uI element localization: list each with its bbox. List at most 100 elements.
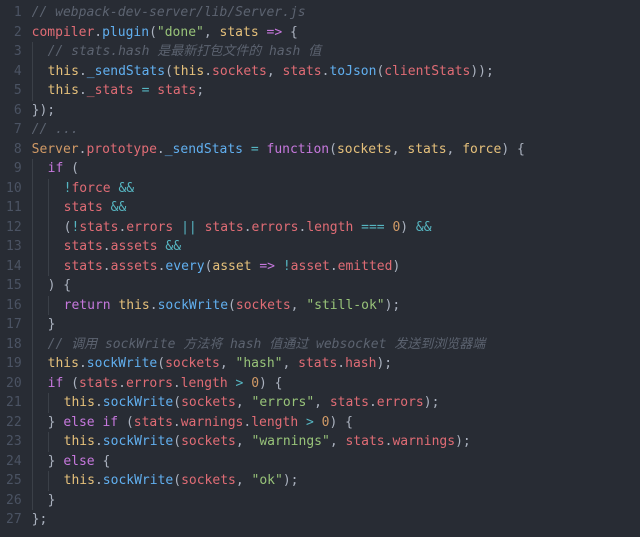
code-line-content: stats && xyxy=(32,200,127,215)
token-punct: . xyxy=(79,64,87,79)
token-punct: { xyxy=(102,454,110,469)
code-line-content: Server.prototype._sendStats = function(s… xyxy=(32,142,525,157)
line-number: 2 xyxy=(6,23,22,43)
token-punct: , xyxy=(392,142,408,157)
token-punct: ( xyxy=(71,376,79,391)
token-operator: && xyxy=(111,200,127,215)
token-punct: . xyxy=(95,434,103,449)
code-line: this.sockWrite(sockets, "errors", stats.… xyxy=(32,393,640,413)
token-default xyxy=(63,161,71,176)
token-default xyxy=(353,220,361,235)
token-prop: sockets xyxy=(236,298,291,313)
token-punct: ( xyxy=(149,25,157,40)
token-punct: )); xyxy=(470,64,493,79)
line-number: 17 xyxy=(6,315,22,335)
token-prop: sockets xyxy=(181,395,236,410)
token-default xyxy=(282,25,290,40)
token-default xyxy=(259,25,267,40)
token-punct: . xyxy=(369,395,377,410)
code-line: }); xyxy=(32,101,640,121)
code-line: // webpack-dev-server/lib/Server.js xyxy=(32,3,640,23)
token-punct: ) { xyxy=(48,278,71,293)
line-number-gutter: 1234567891011121314151617181920212223242… xyxy=(0,3,32,530)
token-punct: . xyxy=(95,473,103,488)
code-line-content: !force && xyxy=(32,181,134,196)
token-prop: length xyxy=(306,220,353,235)
token-punct: . xyxy=(150,298,158,313)
token-punct: , xyxy=(291,298,307,313)
token-this: this xyxy=(48,356,79,371)
line-number: 7 xyxy=(6,120,22,140)
token-punct: , xyxy=(236,473,252,488)
token-prop: force xyxy=(71,181,110,196)
token-punct: . xyxy=(118,376,126,391)
token-this: this xyxy=(48,83,79,98)
token-prop: stats xyxy=(134,415,173,430)
code-line: this.sockWrite(sockets, "warnings", stat… xyxy=(32,432,640,452)
code-line-content: stats.assets && xyxy=(32,239,181,254)
code-line-content: // ... xyxy=(32,122,79,137)
token-prop: prototype xyxy=(86,142,156,157)
token-punct: ( xyxy=(165,64,173,79)
token-punct: ) { xyxy=(501,142,524,157)
code-line-content: }; xyxy=(32,512,48,527)
token-default xyxy=(134,83,142,98)
token-comment: // webpack-dev-server/lib/Server.js xyxy=(32,5,306,20)
code-line: } xyxy=(32,491,640,511)
token-punct: . xyxy=(95,395,103,410)
token-prop: asset xyxy=(291,259,330,274)
token-func: sockWrite xyxy=(103,395,173,410)
code-line-content: if ( xyxy=(32,161,79,176)
token-func: toJson xyxy=(329,64,376,79)
token-prop: stats xyxy=(157,83,196,98)
code-line: stats && xyxy=(32,198,640,218)
token-default xyxy=(118,415,126,430)
token-punct: } xyxy=(48,493,56,508)
token-punct: . xyxy=(173,415,181,430)
token-prop: errors xyxy=(126,220,173,235)
token-operator: && xyxy=(416,220,432,235)
token-const: Server xyxy=(32,142,79,157)
token-prop: stats xyxy=(330,395,369,410)
token-prop: sockets xyxy=(181,473,236,488)
token-func: every xyxy=(165,259,204,274)
token-default xyxy=(259,142,267,157)
token-func: sockWrite xyxy=(103,473,173,488)
token-punct: }; xyxy=(32,512,48,527)
token-string: "still-ok" xyxy=(306,298,384,313)
code-line-content: this._stats = stats; xyxy=(32,83,205,98)
token-punct: . xyxy=(243,415,251,430)
token-prop: clientStats xyxy=(384,64,470,79)
token-operator: && xyxy=(118,181,134,196)
token-punct: . xyxy=(94,25,102,40)
line-number: 9 xyxy=(6,159,22,179)
line-number: 27 xyxy=(6,510,22,530)
token-punct: , xyxy=(236,395,252,410)
line-number: 1 xyxy=(6,3,22,23)
code-line-content: stats.assets.every(asset => !asset.emitt… xyxy=(32,259,401,274)
code-line: !force && xyxy=(32,179,640,199)
token-punct: ) { xyxy=(259,376,282,391)
token-punct: . xyxy=(103,239,111,254)
code-line: if ( xyxy=(32,159,640,179)
token-keyword: function xyxy=(267,142,330,157)
token-prop: stats xyxy=(79,220,118,235)
token-prop: length xyxy=(251,415,298,430)
line-number: 22 xyxy=(6,413,22,433)
token-keyword: => xyxy=(267,25,283,40)
token-punct: ) xyxy=(400,220,408,235)
line-number: 23 xyxy=(6,432,22,452)
token-keyword: else xyxy=(63,454,94,469)
token-default xyxy=(243,376,251,391)
token-prop: stats xyxy=(283,64,322,79)
code-line-content: }); xyxy=(32,103,55,118)
token-string: "done" xyxy=(157,25,204,40)
code-line-content: if (stats.errors.length > 0) { xyxy=(32,376,283,391)
token-punct: , xyxy=(236,434,252,449)
code-line-content: } else { xyxy=(32,454,111,469)
code-line: // 调用 sockWrite 方法将 hash 值通过 websocket 发… xyxy=(32,335,640,355)
code-line: } else if (stats.warnings.length > 0) { xyxy=(32,413,640,433)
token-keyword: => xyxy=(259,259,275,274)
token-punct: }); xyxy=(32,103,55,118)
code-line: // stats.hash 是最新打包文件的 hash 值 xyxy=(32,42,640,62)
